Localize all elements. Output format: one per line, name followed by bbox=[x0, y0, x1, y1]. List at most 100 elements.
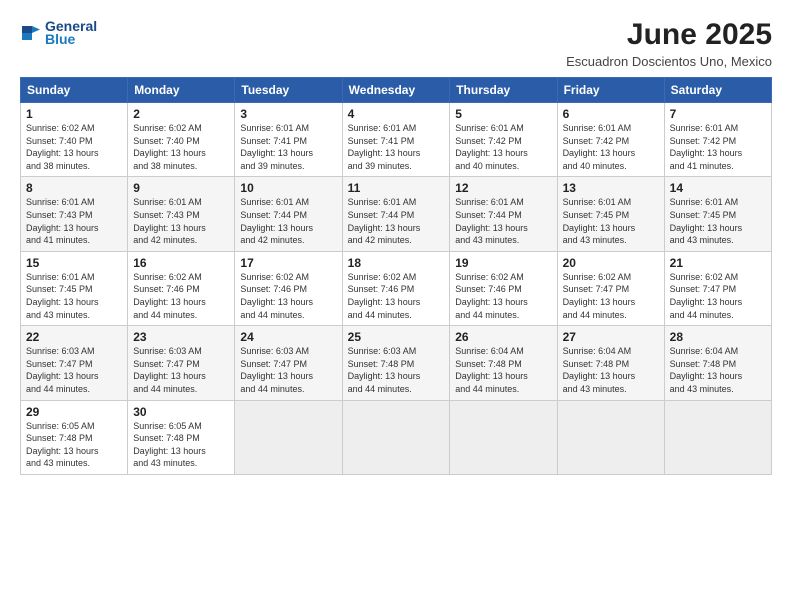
page: General Blue June 2025 Escuadron Doscien… bbox=[0, 0, 792, 612]
day-info: Sunrise: 6:01 AMSunset: 7:41 PMDaylight:… bbox=[348, 122, 445, 172]
calendar-cell: 15Sunrise: 6:01 AMSunset: 7:45 PMDayligh… bbox=[21, 251, 128, 325]
col-header-sunday: Sunday bbox=[21, 78, 128, 103]
day-number: 5 bbox=[455, 107, 551, 121]
day-info: Sunrise: 6:01 AMSunset: 7:44 PMDaylight:… bbox=[455, 196, 551, 246]
col-header-thursday: Thursday bbox=[450, 78, 557, 103]
calendar-cell: 2Sunrise: 6:02 AMSunset: 7:40 PMDaylight… bbox=[128, 103, 235, 177]
col-header-tuesday: Tuesday bbox=[235, 78, 342, 103]
day-info: Sunrise: 6:04 AMSunset: 7:48 PMDaylight:… bbox=[670, 345, 766, 395]
day-info: Sunrise: 6:02 AMSunset: 7:47 PMDaylight:… bbox=[563, 271, 659, 321]
day-number: 7 bbox=[670, 107, 766, 121]
day-info: Sunrise: 6:02 AMSunset: 7:46 PMDaylight:… bbox=[133, 271, 229, 321]
calendar-cell: 17Sunrise: 6:02 AMSunset: 7:46 PMDayligh… bbox=[235, 251, 342, 325]
day-info: Sunrise: 6:01 AMSunset: 7:41 PMDaylight:… bbox=[240, 122, 336, 172]
calendar-cell: 9Sunrise: 6:01 AMSunset: 7:43 PMDaylight… bbox=[128, 177, 235, 251]
day-info: Sunrise: 6:01 AMSunset: 7:44 PMDaylight:… bbox=[240, 196, 336, 246]
day-number: 15 bbox=[26, 256, 122, 270]
day-number: 24 bbox=[240, 330, 336, 344]
day-info: Sunrise: 6:03 AMSunset: 7:48 PMDaylight:… bbox=[348, 345, 445, 395]
calendar-week-1: 1Sunrise: 6:02 AMSunset: 7:40 PMDaylight… bbox=[21, 103, 772, 177]
calendar-cell: 25Sunrise: 6:03 AMSunset: 7:48 PMDayligh… bbox=[342, 326, 450, 400]
calendar-cell: 28Sunrise: 6:04 AMSunset: 7:48 PMDayligh… bbox=[664, 326, 771, 400]
title-block: June 2025 Escuadron Doscientos Uno, Mexi… bbox=[566, 18, 772, 69]
day-number: 26 bbox=[455, 330, 551, 344]
col-header-wednesday: Wednesday bbox=[342, 78, 450, 103]
calendar-cell: 13Sunrise: 6:01 AMSunset: 7:45 PMDayligh… bbox=[557, 177, 664, 251]
day-number: 29 bbox=[26, 405, 122, 419]
calendar-week-2: 8Sunrise: 6:01 AMSunset: 7:43 PMDaylight… bbox=[21, 177, 772, 251]
day-number: 19 bbox=[455, 256, 551, 270]
day-info: Sunrise: 6:05 AMSunset: 7:48 PMDaylight:… bbox=[133, 420, 229, 470]
col-header-monday: Monday bbox=[128, 78, 235, 103]
day-info: Sunrise: 6:01 AMSunset: 7:42 PMDaylight:… bbox=[670, 122, 766, 172]
calendar-cell: 21Sunrise: 6:02 AMSunset: 7:47 PMDayligh… bbox=[664, 251, 771, 325]
day-number: 4 bbox=[348, 107, 445, 121]
day-info: Sunrise: 6:02 AMSunset: 7:46 PMDaylight:… bbox=[455, 271, 551, 321]
calendar-cell: 8Sunrise: 6:01 AMSunset: 7:43 PMDaylight… bbox=[21, 177, 128, 251]
calendar-cell: 14Sunrise: 6:01 AMSunset: 7:45 PMDayligh… bbox=[664, 177, 771, 251]
day-info: Sunrise: 6:02 AMSunset: 7:47 PMDaylight:… bbox=[670, 271, 766, 321]
day-number: 27 bbox=[563, 330, 659, 344]
calendar-cell: 12Sunrise: 6:01 AMSunset: 7:44 PMDayligh… bbox=[450, 177, 557, 251]
day-number: 6 bbox=[563, 107, 659, 121]
day-number: 17 bbox=[240, 256, 336, 270]
calendar-cell: 5Sunrise: 6:01 AMSunset: 7:42 PMDaylight… bbox=[450, 103, 557, 177]
day-info: Sunrise: 6:01 AMSunset: 7:43 PMDaylight:… bbox=[26, 196, 122, 246]
day-number: 10 bbox=[240, 181, 336, 195]
calendar-cell: 27Sunrise: 6:04 AMSunset: 7:48 PMDayligh… bbox=[557, 326, 664, 400]
calendar-cell: 11Sunrise: 6:01 AMSunset: 7:44 PMDayligh… bbox=[342, 177, 450, 251]
calendar-cell: 24Sunrise: 6:03 AMSunset: 7:47 PMDayligh… bbox=[235, 326, 342, 400]
calendar-cell: 26Sunrise: 6:04 AMSunset: 7:48 PMDayligh… bbox=[450, 326, 557, 400]
day-number: 22 bbox=[26, 330, 122, 344]
calendar-cell: 3Sunrise: 6:01 AMSunset: 7:41 PMDaylight… bbox=[235, 103, 342, 177]
day-info: Sunrise: 6:01 AMSunset: 7:44 PMDaylight:… bbox=[348, 196, 445, 246]
calendar-cell: 23Sunrise: 6:03 AMSunset: 7:47 PMDayligh… bbox=[128, 326, 235, 400]
calendar-cell bbox=[342, 400, 450, 474]
header: General Blue June 2025 Escuadron Doscien… bbox=[20, 18, 772, 69]
day-number: 2 bbox=[133, 107, 229, 121]
day-info: Sunrise: 6:03 AMSunset: 7:47 PMDaylight:… bbox=[133, 345, 229, 395]
calendar-cell bbox=[664, 400, 771, 474]
day-info: Sunrise: 6:01 AMSunset: 7:45 PMDaylight:… bbox=[26, 271, 122, 321]
day-info: Sunrise: 6:03 AMSunset: 7:47 PMDaylight:… bbox=[240, 345, 336, 395]
day-number: 1 bbox=[26, 107, 122, 121]
calendar-week-3: 15Sunrise: 6:01 AMSunset: 7:45 PMDayligh… bbox=[21, 251, 772, 325]
calendar-table: SundayMondayTuesdayWednesdayThursdayFrid… bbox=[20, 77, 772, 475]
day-number: 8 bbox=[26, 181, 122, 195]
day-number: 14 bbox=[670, 181, 766, 195]
day-number: 18 bbox=[348, 256, 445, 270]
day-number: 12 bbox=[455, 181, 551, 195]
day-number: 13 bbox=[563, 181, 659, 195]
day-info: Sunrise: 6:05 AMSunset: 7:48 PMDaylight:… bbox=[26, 420, 122, 470]
calendar-header-row: SundayMondayTuesdayWednesdayThursdayFrid… bbox=[21, 78, 772, 103]
day-info: Sunrise: 6:02 AMSunset: 7:40 PMDaylight:… bbox=[133, 122, 229, 172]
day-info: Sunrise: 6:01 AMSunset: 7:45 PMDaylight:… bbox=[670, 196, 766, 246]
calendar-cell bbox=[450, 400, 557, 474]
calendar-cell: 7Sunrise: 6:01 AMSunset: 7:42 PMDaylight… bbox=[664, 103, 771, 177]
location-title: Escuadron Doscientos Uno, Mexico bbox=[566, 54, 772, 69]
day-info: Sunrise: 6:04 AMSunset: 7:48 PMDaylight:… bbox=[563, 345, 659, 395]
day-number: 30 bbox=[133, 405, 229, 419]
month-title: June 2025 bbox=[566, 18, 772, 52]
calendar-cell: 1Sunrise: 6:02 AMSunset: 7:40 PMDaylight… bbox=[21, 103, 128, 177]
day-info: Sunrise: 6:01 AMSunset: 7:43 PMDaylight:… bbox=[133, 196, 229, 246]
calendar-week-4: 22 Sunrise: 6:03 AMSunset: 7:47 PMDayligh… bbox=[21, 326, 772, 400]
calendar-cell: 4Sunrise: 6:01 AMSunset: 7:41 PMDaylight… bbox=[342, 103, 450, 177]
day-info: Sunrise: 6:01 AMSunset: 7:42 PMDaylight:… bbox=[455, 122, 551, 172]
calendar-cell: 30Sunrise: 6:05 AMSunset: 7:48 PMDayligh… bbox=[128, 400, 235, 474]
day-number: 16 bbox=[133, 256, 229, 270]
logo-icon bbox=[20, 22, 42, 44]
day-info: Sunrise: 6:02 AMSunset: 7:46 PMDaylight:… bbox=[240, 271, 336, 321]
day-number: 28 bbox=[670, 330, 766, 344]
day-number: 25 bbox=[348, 330, 445, 344]
day-number: 11 bbox=[348, 181, 445, 195]
day-info: Sunrise: 6:02 AMSunset: 7:40 PMDaylight:… bbox=[26, 122, 122, 172]
col-header-saturday: Saturday bbox=[664, 78, 771, 103]
day-info: Sunrise: 6:01 AMSunset: 7:42 PMDaylight:… bbox=[563, 122, 659, 172]
calendar-cell bbox=[235, 400, 342, 474]
day-number: 9 bbox=[133, 181, 229, 195]
logo: General Blue bbox=[20, 18, 97, 47]
day-info: Sunrise: 6:01 AMSunset: 7:45 PMDaylight:… bbox=[563, 196, 659, 246]
calendar-cell: 16Sunrise: 6:02 AMSunset: 7:46 PMDayligh… bbox=[128, 251, 235, 325]
day-number: 3 bbox=[240, 107, 336, 121]
